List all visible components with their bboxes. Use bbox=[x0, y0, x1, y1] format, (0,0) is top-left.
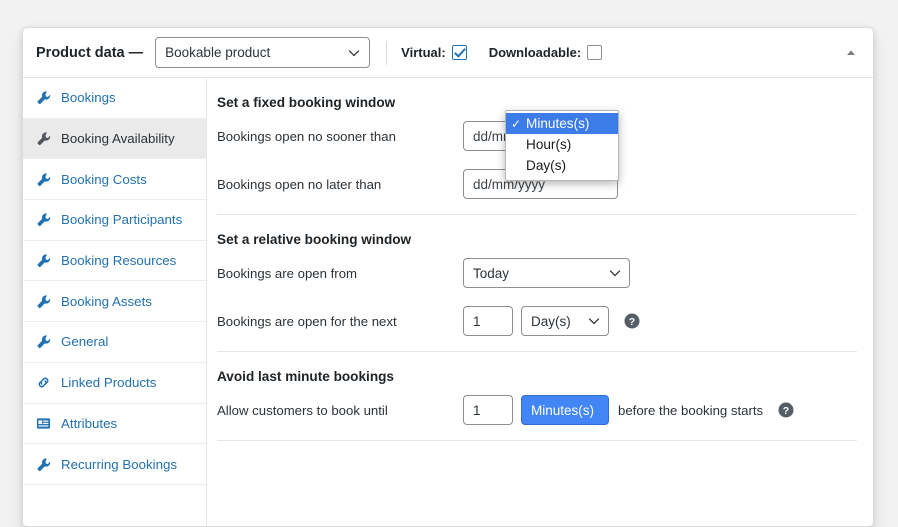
allow-book-until-trailing-text: before the booking starts bbox=[618, 402, 764, 418]
sidebar-item-label: Booking Participants bbox=[61, 212, 183, 228]
svg-text:?: ? bbox=[783, 405, 789, 417]
bookings-open-no-sooner-label: Bookings open no sooner than bbox=[217, 128, 396, 144]
bookings-open-no-later-label: Bookings open no later than bbox=[217, 176, 382, 192]
allow-book-until-unit-select[interactable]: Minutes(s) bbox=[521, 395, 609, 425]
sidebar-item-label: Booking Availability bbox=[61, 131, 175, 147]
header-divider bbox=[386, 40, 388, 65]
avoid-last-minute-title: Avoid last minute bookings bbox=[217, 369, 394, 384]
bookings-open-for-next-unit-value: Day(s) bbox=[531, 313, 571, 329]
product-data-panel: Product data — Bookable product Virtual:… bbox=[22, 27, 874, 527]
bookings-open-for-next-row: Bookings are open for the next 1 Day(s) … bbox=[217, 297, 857, 345]
fixed-window-title: Set a fixed booking window bbox=[217, 95, 396, 110]
dropdown-option-hour-s[interactable]: Hour(s) bbox=[506, 134, 618, 155]
wrench-icon bbox=[36, 212, 51, 227]
dropdown-option-label: Day(s) bbox=[526, 158, 567, 173]
wrench-icon bbox=[36, 90, 51, 105]
sidebar-item-label: Bookings bbox=[61, 90, 116, 106]
avoid-last-minute-section: Avoid last minute bookings Allow custome… bbox=[207, 352, 873, 441]
sidebar-item-bookings[interactable]: Bookings bbox=[23, 78, 206, 119]
sidebar-item-label: Booking Costs bbox=[61, 171, 147, 187]
chevron-down-icon bbox=[348, 47, 360, 59]
sidebar-item-booking-assets[interactable]: Booking Assets bbox=[23, 281, 206, 323]
wrench-icon bbox=[36, 253, 51, 268]
relative-window-title: Set a relative booking window bbox=[217, 232, 412, 247]
sidebar-item-booking-resources[interactable]: Booking Resources bbox=[23, 241, 206, 282]
bookings-open-from-row: Bookings are open from Today bbox=[217, 249, 857, 297]
allow-book-until-input[interactable]: 1 bbox=[463, 395, 513, 425]
attributes-icon bbox=[36, 416, 51, 431]
bookings-open-for-next-unit-select[interactable]: Day(s) bbox=[521, 306, 609, 336]
virtual-label: Virtual: bbox=[401, 45, 446, 60]
svg-text:?: ? bbox=[629, 316, 635, 328]
wrench-icon bbox=[36, 131, 51, 146]
section-divider bbox=[217, 440, 857, 441]
link-icon bbox=[36, 375, 51, 390]
dropdown-option-day-s[interactable]: Day(s) bbox=[506, 155, 618, 176]
wrench-icon bbox=[36, 172, 51, 187]
wrench-icon bbox=[36, 294, 51, 309]
allow-book-until-label: Allow customers to book until bbox=[217, 402, 388, 418]
product-type-select[interactable]: Bookable product bbox=[155, 37, 371, 68]
product-data-body: Bookings Booking Availability Booking Cost… bbox=[23, 78, 873, 526]
sidebar-item-label: General bbox=[61, 334, 109, 350]
bookings-open-for-next-label: Bookings are open for the next bbox=[217, 313, 397, 329]
help-icon[interactable]: ? bbox=[778, 402, 794, 418]
sidebar-item-label: Booking Assets bbox=[61, 293, 152, 309]
bookings-open-from-value: Today bbox=[473, 265, 510, 281]
virtual-checkbox-group[interactable]: Virtual: bbox=[401, 45, 467, 60]
caret-up-icon[interactable] bbox=[843, 45, 859, 61]
downloadable-checkbox[interactable] bbox=[587, 45, 603, 60]
dropdown-option-label: Hour(s) bbox=[526, 137, 572, 152]
sidebar-item-booking-availability[interactable]: Booking Availability bbox=[23, 118, 206, 160]
allow-book-until-row: Allow customers to book until 1 Minutes(… bbox=[217, 386, 857, 434]
booking-availability-panel: Set a fixed booking window Bookings open… bbox=[207, 78, 873, 526]
sidebar-item-label: Recurring Bookings bbox=[61, 456, 178, 472]
bookings-open-for-next-input[interactable]: 1 bbox=[463, 306, 513, 336]
sidebar-item-attributes[interactable]: Attributes bbox=[23, 404, 206, 445]
sidebar-item-recurring-bookings[interactable]: Recurring Bookings bbox=[23, 444, 206, 485]
relative-booking-window-section: Set a relative booking window Bookings a… bbox=[207, 215, 873, 352]
product-data-tabs: Bookings Booking Availability Booking Cost… bbox=[23, 78, 207, 526]
dropdown-option-minutes-s[interactable]: ✓ Minutes(s) bbox=[506, 113, 618, 134]
wrench-icon bbox=[36, 334, 51, 349]
wrench-icon bbox=[36, 457, 51, 472]
bookings-open-from-select[interactable]: Today bbox=[463, 258, 630, 288]
sidebar-item-label: Booking Resources bbox=[61, 253, 177, 269]
chevron-down-icon bbox=[609, 267, 621, 279]
unit-dropdown-listbox[interactable]: ✓ Minutes(s) Hour(s) Day(s) bbox=[505, 110, 619, 181]
downloadable-checkbox-group[interactable]: Downloadable: bbox=[488, 45, 603, 60]
sidebar-item-linked-products[interactable]: Linked Products bbox=[23, 363, 206, 404]
sidebar-item-booking-participants[interactable]: Booking Participants bbox=[23, 200, 206, 241]
check-icon: ✓ bbox=[511, 116, 522, 131]
bookings-open-from-label: Bookings are open from bbox=[217, 265, 358, 281]
virtual-checkbox[interactable] bbox=[451, 45, 467, 60]
sidebar-item-label: Attributes bbox=[61, 415, 118, 431]
sidebar-item-booking-costs[interactable]: Booking Costs bbox=[23, 159, 206, 201]
allow-book-until-unit-value: Minutes(s) bbox=[531, 402, 595, 418]
product-data-header: Product data — Bookable product Virtual:… bbox=[23, 28, 873, 78]
chevron-down-icon bbox=[588, 315, 600, 327]
dropdown-option-label: Minutes(s) bbox=[526, 116, 590, 131]
product-type-value: Bookable product bbox=[165, 45, 271, 60]
sidebar-item-general[interactable]: General bbox=[23, 322, 206, 363]
help-icon[interactable]: ? bbox=[624, 313, 640, 329]
sidebar-item-label: Linked Products bbox=[61, 375, 157, 391]
page-title: Product data — bbox=[36, 44, 144, 61]
downloadable-label: Downloadable: bbox=[488, 45, 582, 60]
